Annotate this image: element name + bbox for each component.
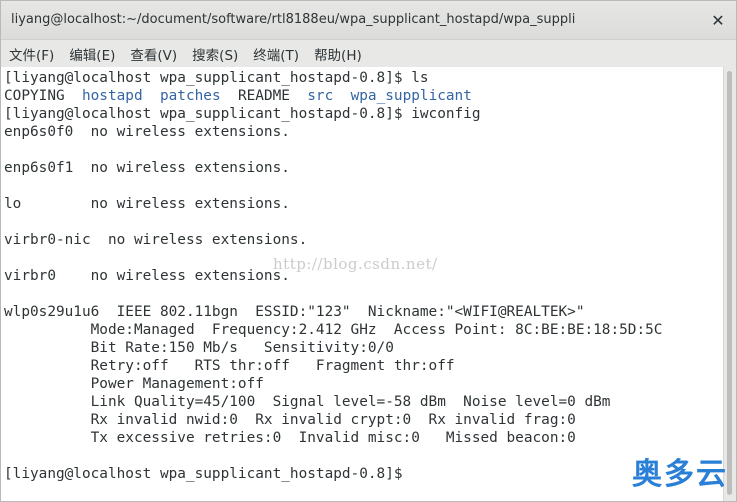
menu-terminal[interactable]: 终端(T) [245,44,306,64]
iwconfig-line: virbr0 no wireless extensions. [4,268,290,284]
vertical-scrollbar[interactable] [723,67,735,501]
scrollbar-thumb[interactable] [727,71,732,495]
ls-directory: hostapd [81,88,143,104]
prompt: [liyang@localhost wpa_supplicant_hostapd… [4,70,412,86]
iwconfig-line: lo no wireless extensions. [4,196,290,212]
command-ls: ls [411,70,429,86]
menu-edit[interactable]: 编辑(E) [61,44,122,64]
iwconfig-line: Rx invalid nwid:0 Rx invalid crypt:0 Rx … [4,412,576,428]
ls-directory: patches [159,88,221,104]
final-prompt: [liyang@localhost wpa_supplicant_hostapd… [4,466,412,482]
ls-directory: wpa_supplicant [350,88,472,104]
iwconfig-output: enp6s0f0 no wireless extensions. enp6s0f… [4,124,662,446]
menu-file[interactable]: 文件(F) [1,44,61,64]
menu-view[interactable]: 查看(V) [122,44,184,64]
iwconfig-line: enp6s0f1 no wireless extensions. [4,160,290,176]
terminal-text: [liyang@localhost wpa_supplicant_hostapd… [1,67,724,483]
terminal-output-area[interactable]: [liyang@localhost wpa_supplicant_hostapd… [1,67,724,501]
iwconfig-line: Tx excessive retries:0 Invalid misc:0 Mi… [4,430,576,446]
iwconfig-line: enp6s0f0 no wireless extensions. [4,124,290,140]
close-icon[interactable]: ✕ [706,8,730,32]
iwconfig-line: virbr0-nic no wireless extensions. [4,232,308,248]
brand-logo: 奥多云 [632,457,728,492]
ls-output: COPYING hostapd patches README src wpa_s… [4,88,472,104]
watermark: http://blog.csdn.net/ [273,255,438,273]
ls-directory: src [307,88,334,104]
menu-bar: 文件(F) 编辑(E) 查看(V) 搜索(S) 终端(T) 帮助(H) [1,40,736,67]
ls-file: README [237,88,290,104]
menu-search[interactable]: 搜索(S) [184,44,245,64]
iwconfig-line: Bit Rate:150 Mb/s Sensitivity:0/0 [4,340,394,356]
iwconfig-line: Retry:off RTS thr:off Fragment thr:off [4,358,455,374]
iwconfig-line: Link Quality=45/100 Signal level=-58 dBm… [4,394,611,410]
title-bar[interactable]: liyang@localhost:~/document/software/rtl… [1,1,736,40]
iwconfig-line: Power Management:off [4,376,264,392]
iwconfig-line: Mode:Managed Frequency:2.412 GHz Access … [4,322,663,338]
command-iwconfig: iwconfig [411,106,481,122]
menu-help[interactable]: 帮助(H) [306,44,369,64]
iwconfig-line: wlp0s29u1u6 IEEE 802.11bgn ESSID:"123" N… [4,304,585,320]
ls-file: COPYING [4,88,65,104]
window-title: liyang@localhost:~/document/software/rtl… [11,12,576,27]
prompt: [liyang@localhost wpa_supplicant_hostapd… [4,106,412,122]
terminal-window: liyang@localhost:~/document/software/rtl… [0,0,737,502]
